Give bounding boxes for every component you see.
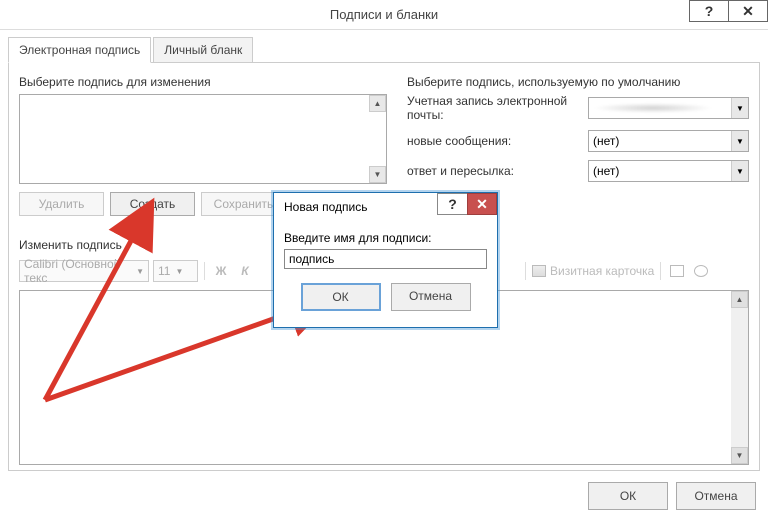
account-value-redacted [593,103,713,113]
modal-prompt: Введите имя для подписи: [284,231,487,245]
new-messages-value: (нет) [593,134,619,148]
card-icon [532,265,546,277]
account-combo[interactable]: ▼ [588,97,749,119]
font-name-value: Calibri (Основной текс [24,257,131,285]
delete-button: Удалить [19,192,104,216]
signature-listbox[interactable]: ▲ ▼ [19,94,387,184]
dialog-footer: ОК Отмена [588,482,756,510]
new-signature-dialog: Новая подпись ? ✕ Введите имя для подпис… [273,192,498,328]
chevron-down-icon: ▼ [136,267,144,276]
title-controls: ? ✕ [690,0,768,22]
business-card-button[interactable]: Визитная карточка [532,264,654,278]
help-button[interactable]: ? [689,0,729,22]
card-label: Визитная карточка [550,264,654,278]
toolbar-separator [660,262,661,280]
window-title: Подписи и бланки [0,7,768,22]
modal-titlebar: Новая подпись ? ✕ [274,193,497,221]
bold-button[interactable]: Ж [211,261,231,281]
scroll-up-icon[interactable]: ▲ [369,95,386,112]
chevron-down-icon: ▼ [731,131,748,151]
scroll-down-icon[interactable]: ▼ [731,447,748,464]
link-icon[interactable] [691,261,711,281]
modal-close-button[interactable]: ✕ [467,193,497,215]
modal-title: Новая подпись [284,200,367,214]
font-size-value: 11 [158,264,170,278]
italic-button[interactable]: К [235,261,255,281]
font-size-combo[interactable]: 11 ▼ [153,260,198,282]
scroll-up-icon[interactable]: ▲ [731,291,748,308]
font-name-combo[interactable]: Calibri (Основной текс ▼ [19,260,149,282]
chevron-down-icon: ▼ [731,161,748,181]
image-icon[interactable] [667,261,687,281]
tab-signature[interactable]: Электронная подпись [8,37,151,63]
default-label: Выберите подпись, используемую по умолча… [407,75,749,89]
scroll-down-icon[interactable]: ▼ [369,166,386,183]
reply-combo[interactable]: (нет) ▼ [588,160,749,182]
modal-cancel-button[interactable]: Отмена [391,283,471,311]
toolbar-separator [525,262,526,280]
chevron-down-icon: ▼ [175,267,183,276]
modal-ok-button[interactable]: ОК [301,283,381,311]
reply-value: (нет) [593,164,619,178]
new-messages-label: новые сообщения: [407,134,582,148]
new-messages-combo[interactable]: (нет) ▼ [588,130,749,152]
window-titlebar: Подписи и бланки ? ✕ [0,0,768,30]
reply-label: ответ и пересылка: [407,164,582,178]
account-label: Учетная запись электронной почты: [407,94,582,122]
create-button[interactable]: Создать [110,192,195,216]
ok-button[interactable]: ОК [588,482,668,510]
select-label: Выберите подпись для изменения [19,75,387,89]
modal-help-button[interactable]: ? [437,193,467,215]
editor-scrollbar[interactable]: ▲ ▼ [731,291,748,464]
tabs: Электронная подпись Личный бланк [8,36,760,63]
cancel-button[interactable]: Отмена [676,482,756,510]
tab-letterhead[interactable]: Личный бланк [153,37,253,63]
chevron-down-icon: ▼ [731,98,748,118]
toolbar-separator [204,262,205,280]
close-button[interactable]: ✕ [728,0,768,22]
signature-name-input[interactable] [284,249,487,269]
